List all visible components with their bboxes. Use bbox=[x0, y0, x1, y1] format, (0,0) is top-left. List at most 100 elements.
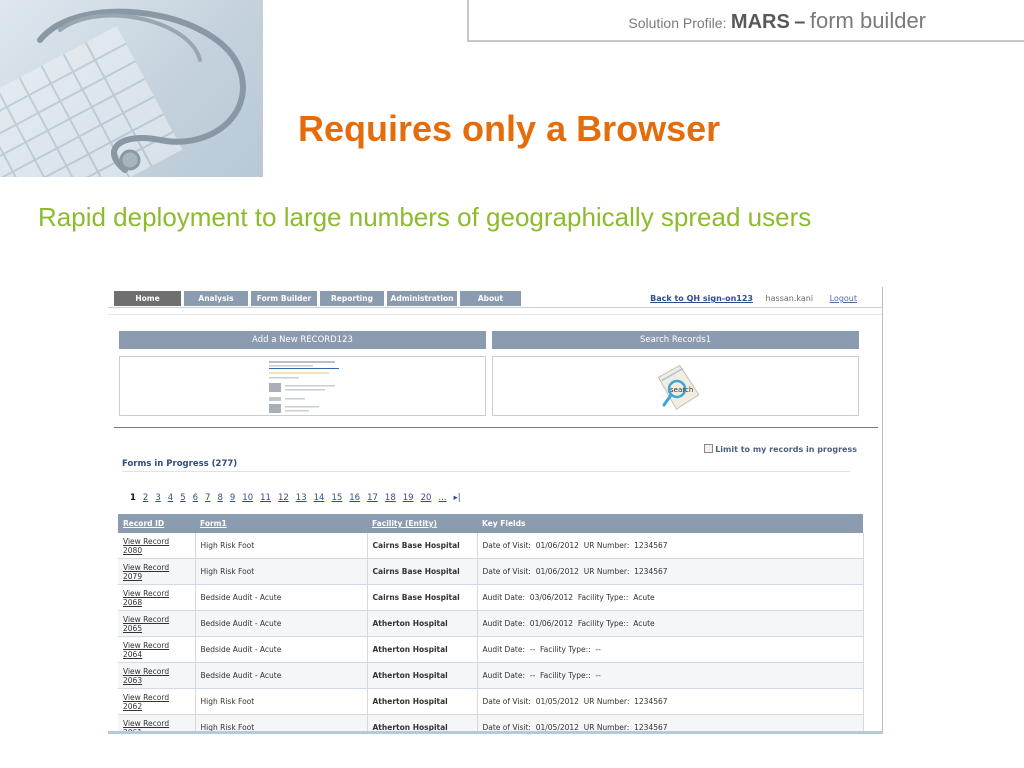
page-2[interactable]: 2 bbox=[143, 493, 148, 503]
record-link[interactable]: View Record 2063 bbox=[118, 662, 196, 689]
solution-profile-box: Solution Profile: MARS – form builder bbox=[467, 0, 1024, 42]
record-link[interactable]: View Record 2079 bbox=[118, 558, 196, 585]
record-link[interactable]: View Record 2065 bbox=[118, 610, 196, 637]
record-link[interactable]: View Record 2080 bbox=[118, 533, 196, 559]
key-label: Date of Visit: bbox=[482, 697, 531, 706]
page-4[interactable]: 4 bbox=[168, 493, 173, 503]
key-value: 01/06/2012 bbox=[535, 541, 579, 550]
page-more[interactable]: ... bbox=[438, 493, 446, 503]
page-1[interactable]: 1 bbox=[130, 493, 136, 503]
key-value: 03/06/2012 bbox=[529, 593, 574, 602]
key-label: UR Number: bbox=[583, 697, 630, 706]
page-6[interactable]: 6 bbox=[193, 493, 198, 503]
records-table: Record ID Form1 Facility (Entity) Key Fi… bbox=[118, 514, 864, 734]
tab-analysis[interactable]: Analysis bbox=[184, 291, 248, 306]
forms-in-progress-heading: Forms in Progress (277) bbox=[122, 459, 238, 469]
pagination: 1 2 3 4 5 6 7 8 9 10 11 12 13 14 15 16 17 18 19 20... ▸| bbox=[130, 493, 468, 503]
search-records-panel[interactable]: search bbox=[492, 356, 859, 416]
page-13[interactable]: 13 bbox=[296, 493, 307, 503]
key-value: 01/06/2012 bbox=[529, 619, 574, 628]
checkbox-icon[interactable] bbox=[704, 444, 714, 453]
page-10[interactable]: 10 bbox=[242, 493, 253, 503]
section-separator bbox=[114, 427, 878, 428]
page-15[interactable]: 15 bbox=[331, 493, 342, 503]
search-icon: search bbox=[657, 364, 700, 410]
facility-name: Atherton Hospital bbox=[367, 636, 478, 663]
col-key-fields: Key Fields bbox=[477, 514, 863, 533]
add-record-header[interactable]: Add a New RECORD123 bbox=[119, 331, 486, 349]
facility-name: Cairns Base Hospital bbox=[367, 533, 478, 559]
page-18[interactable]: 18 bbox=[385, 493, 396, 503]
tab-home[interactable]: Home bbox=[114, 291, 181, 306]
app-screenshot: Home Analysis Form Builder Reporting Adm… bbox=[108, 287, 883, 734]
key-label: Facility Type:: bbox=[540, 645, 591, 654]
page-5[interactable]: 5 bbox=[180, 493, 185, 503]
limit-records-label: Limit to my records in progress bbox=[715, 445, 857, 454]
key-fields: Date of Visit: 01/06/2012 UR Number: 123… bbox=[477, 558, 864, 585]
record-link[interactable]: View Record 2062 bbox=[118, 688, 196, 715]
col-record-id[interactable]: Record ID bbox=[118, 514, 195, 533]
tab-administration[interactable]: Administration bbox=[387, 291, 457, 306]
nav-divider bbox=[108, 307, 882, 308]
search-icon-label: search bbox=[670, 386, 693, 394]
key-label: Date of Visit: bbox=[482, 567, 531, 576]
top-links: Back to QH sign-on123 hassan.kani Logout bbox=[650, 294, 857, 303]
form-name: Bedside Audit - Acute bbox=[195, 662, 368, 689]
key-label: UR Number: bbox=[583, 567, 630, 576]
page-8[interactable]: 8 bbox=[217, 493, 222, 503]
key-value: 01/06/2012 bbox=[535, 567, 579, 576]
page-19[interactable]: 19 bbox=[403, 493, 414, 503]
forms-divider bbox=[122, 471, 850, 472]
stethoscope-graphic bbox=[0, 8, 246, 177]
tab-about[interactable]: About bbox=[460, 291, 521, 306]
key-value: -- bbox=[529, 671, 536, 680]
facility-name: Cairns Base Hospital bbox=[367, 584, 478, 611]
page-20[interactable]: 20 bbox=[421, 493, 432, 503]
search-records-header[interactable]: Search Records1 bbox=[492, 331, 859, 349]
page-9[interactable]: 9 bbox=[230, 493, 235, 503]
key-fields: Audit Date: 03/06/2012 Facility Type:: A… bbox=[477, 584, 864, 611]
form-name: Bedside Audit - Acute bbox=[195, 636, 368, 663]
key-value: -- bbox=[595, 645, 601, 654]
page-16[interactable]: 16 bbox=[349, 493, 360, 503]
record-link[interactable]: View Record 2064 bbox=[118, 636, 196, 663]
tab-form-builder[interactable]: Form Builder bbox=[251, 291, 317, 306]
page-3[interactable]: 3 bbox=[155, 493, 160, 503]
page-17[interactable]: 17 bbox=[367, 493, 378, 503]
page-12[interactable]: 12 bbox=[278, 493, 289, 503]
slide-subtitle: Rapid deployment to large numbers of geo… bbox=[38, 202, 812, 232]
key-value: 1234567 bbox=[634, 697, 668, 706]
facility-name: Atherton Hospital bbox=[367, 662, 478, 689]
table-row: View Record 2065 Bedside Audit - Acute A… bbox=[118, 610, 864, 637]
key-value: -- bbox=[529, 645, 536, 654]
record-link[interactable]: View Record 2068 bbox=[118, 584, 196, 611]
back-to-signon-link[interactable]: Back to QH sign-on123 bbox=[650, 294, 753, 303]
last-page-icon[interactable]: ▸| bbox=[454, 493, 461, 503]
table-row: View Record 2063 Bedside Audit - Acute A… bbox=[118, 662, 864, 689]
add-record-panel[interactable] bbox=[119, 356, 486, 416]
key-value: Acute bbox=[633, 619, 655, 628]
form-name: High Risk Foot bbox=[195, 558, 368, 585]
profile-suffix: form builder bbox=[809, 8, 926, 33]
logout-link[interactable]: Logout bbox=[830, 294, 857, 303]
key-value: -- bbox=[595, 671, 601, 680]
key-label: Audit Date: bbox=[482, 645, 526, 654]
frame-bottom-border bbox=[108, 731, 883, 734]
username-label: hassan.kani bbox=[765, 294, 814, 303]
col-form[interactable]: Form1 bbox=[195, 514, 367, 533]
profile-prefix: Solution Profile: bbox=[628, 15, 727, 31]
limit-records-checkbox[interactable]: Limit to my records in progress bbox=[704, 444, 857, 454]
page-11[interactable]: 11 bbox=[260, 493, 271, 503]
col-facility[interactable]: Facility (Entity) bbox=[367, 514, 477, 533]
solution-profile: Solution Profile: MARS – form builder bbox=[628, 8, 926, 34]
table-row: View Record 2068 Bedside Audit - Acute C… bbox=[118, 584, 864, 611]
page-14[interactable]: 14 bbox=[314, 493, 325, 503]
tab-reporting[interactable]: Reporting bbox=[320, 291, 384, 306]
key-label: Audit Date: bbox=[482, 619, 526, 628]
page-7[interactable]: 7 bbox=[205, 493, 210, 503]
profile-dash: – bbox=[794, 11, 806, 33]
facility-name: Cairns Base Hospital bbox=[367, 558, 478, 585]
slide-title: Requires only a Browser bbox=[298, 108, 721, 149]
table-row: View Record 2080 High Risk Foot Cairns B… bbox=[118, 533, 864, 559]
table-header-row: Record ID Form1 Facility (Entity) Key Fi… bbox=[118, 514, 863, 533]
